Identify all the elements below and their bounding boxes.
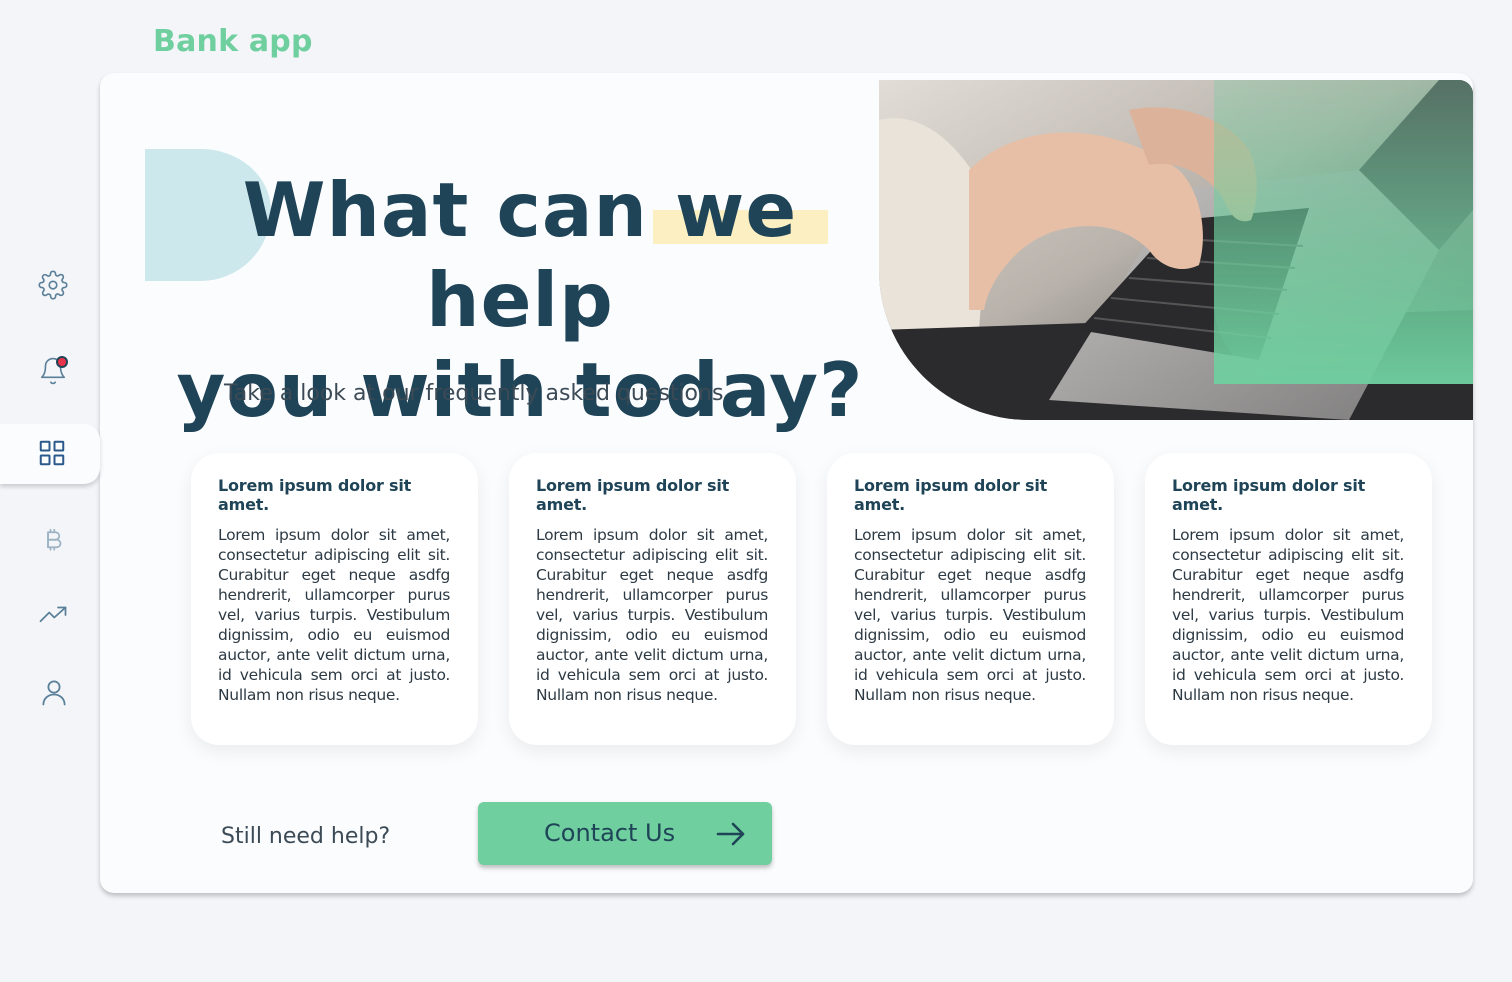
sidebar-item-trends[interactable]	[37, 599, 69, 631]
faq-card[interactable]: Lorem ipsum dolor sit amet. Lorem ipsum …	[509, 453, 796, 745]
faq-card-title: Lorem ipsum dolor sit amet.	[536, 476, 730, 514]
bitcoin-icon	[47, 528, 62, 551]
app-title: Bank app	[153, 24, 313, 59]
arrow-right-icon	[716, 822, 745, 846]
grid-icon	[39, 440, 65, 466]
hero-image	[879, 80, 1473, 420]
faq-card[interactable]: Lorem ipsum dolor sit amet. Lorem ipsum …	[1145, 453, 1432, 745]
faq-panel: What can we help you with today? Take a …	[100, 73, 1473, 893]
faq-card-body: Lorem ipsum dolor sit amet, consectetur …	[536, 526, 768, 704]
sidebar-item-profile[interactable]	[38, 676, 70, 708]
sidebar-item-crypto[interactable]	[37, 525, 69, 557]
title-line1: What can we	[242, 166, 798, 254]
user-icon	[42, 680, 66, 706]
faq-card-title: Lorem ipsum dolor sit amet.	[1172, 476, 1366, 514]
laptop-photo-illustration	[879, 80, 1473, 420]
sidebar-item-settings[interactable]	[37, 269, 69, 301]
page-subtitle: Take a look at our frequently asked ques…	[224, 381, 724, 406]
faq-card-body: Lorem ipsum dolor sit amet, consectetur …	[218, 526, 450, 704]
contact-us-label: Contact Us	[544, 819, 676, 847]
faq-card[interactable]: Lorem ipsum dolor sit amet. Lorem ipsum …	[191, 453, 478, 745]
notification-badge	[56, 356, 68, 368]
trending-up-icon	[39, 606, 67, 623]
contact-us-button[interactable]: Contact Us	[478, 802, 772, 865]
still-need-help-label: Still need help?	[221, 824, 391, 849]
faq-card-body: Lorem ipsum dolor sit amet, consectetur …	[854, 526, 1086, 704]
faq-card-title: Lorem ipsum dolor sit amet.	[218, 476, 412, 514]
faq-card-title: Lorem ipsum dolor sit amet.	[854, 476, 1048, 514]
faq-card-body: Lorem ipsum dolor sit amet, consectetur …	[1172, 526, 1404, 704]
faq-card[interactable]: Lorem ipsum dolor sit amet. Lorem ipsum …	[827, 453, 1114, 745]
sidebar-item-dashboard[interactable]	[0, 424, 100, 484]
title-highlight-word: help	[426, 256, 614, 344]
gear-icon	[38, 270, 68, 300]
